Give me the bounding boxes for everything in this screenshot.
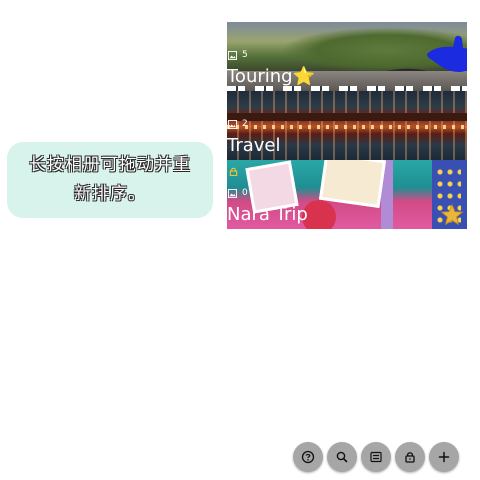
add-album-button[interactable] bbox=[429, 442, 459, 472]
lock-button[interactable] bbox=[395, 442, 425, 472]
question-icon bbox=[301, 450, 315, 464]
album-card-touring[interactable]: 5 Touring⭐ bbox=[227, 22, 467, 91]
reorder-tip-text: 长按相册可拖动并重新排序。 bbox=[29, 155, 191, 204]
album-photo-count: 2 bbox=[242, 119, 248, 129]
image-icon bbox=[228, 188, 237, 198]
album-meta: 2 bbox=[228, 119, 248, 129]
view-mode-button[interactable] bbox=[361, 442, 391, 472]
image-icon bbox=[228, 119, 237, 129]
album-photo-count: 5 bbox=[242, 50, 248, 60]
lock-icon bbox=[229, 167, 238, 176]
album-meta: 0 bbox=[228, 188, 248, 198]
album-photo-count: 0 bbox=[242, 188, 248, 198]
album-list: 5 Touring⭐ 2 Travel 0 Nara Trip bbox=[227, 22, 467, 229]
albums-screen: 长按相册可拖动并重新排序。 5 Touring⭐ 2 Travel 0 Nara… bbox=[0, 0, 480, 480]
image-icon bbox=[228, 50, 237, 60]
favorite-star-icon bbox=[440, 203, 464, 226]
search-icon bbox=[336, 451, 348, 463]
album-title: Touring⭐ bbox=[227, 66, 316, 87]
album-meta: 5 bbox=[228, 50, 248, 60]
help-button[interactable] bbox=[293, 442, 323, 472]
pointing-hand-icon bbox=[427, 35, 467, 72]
reorder-tip-bubble: 长按相册可拖动并重新排序。 bbox=[7, 142, 213, 218]
card-list-icon bbox=[370, 451, 382, 463]
album-title: Travel bbox=[227, 135, 281, 156]
album-title: Nara Trip bbox=[227, 204, 308, 225]
search-button[interactable] bbox=[327, 442, 357, 472]
lock-icon bbox=[405, 452, 415, 463]
album-card-nara-trip[interactable]: 0 Nara Trip bbox=[227, 160, 467, 229]
plus-icon bbox=[438, 451, 450, 463]
bottom-toolbar bbox=[293, 442, 459, 472]
album-card-travel[interactable]: 2 Travel bbox=[227, 91, 467, 160]
